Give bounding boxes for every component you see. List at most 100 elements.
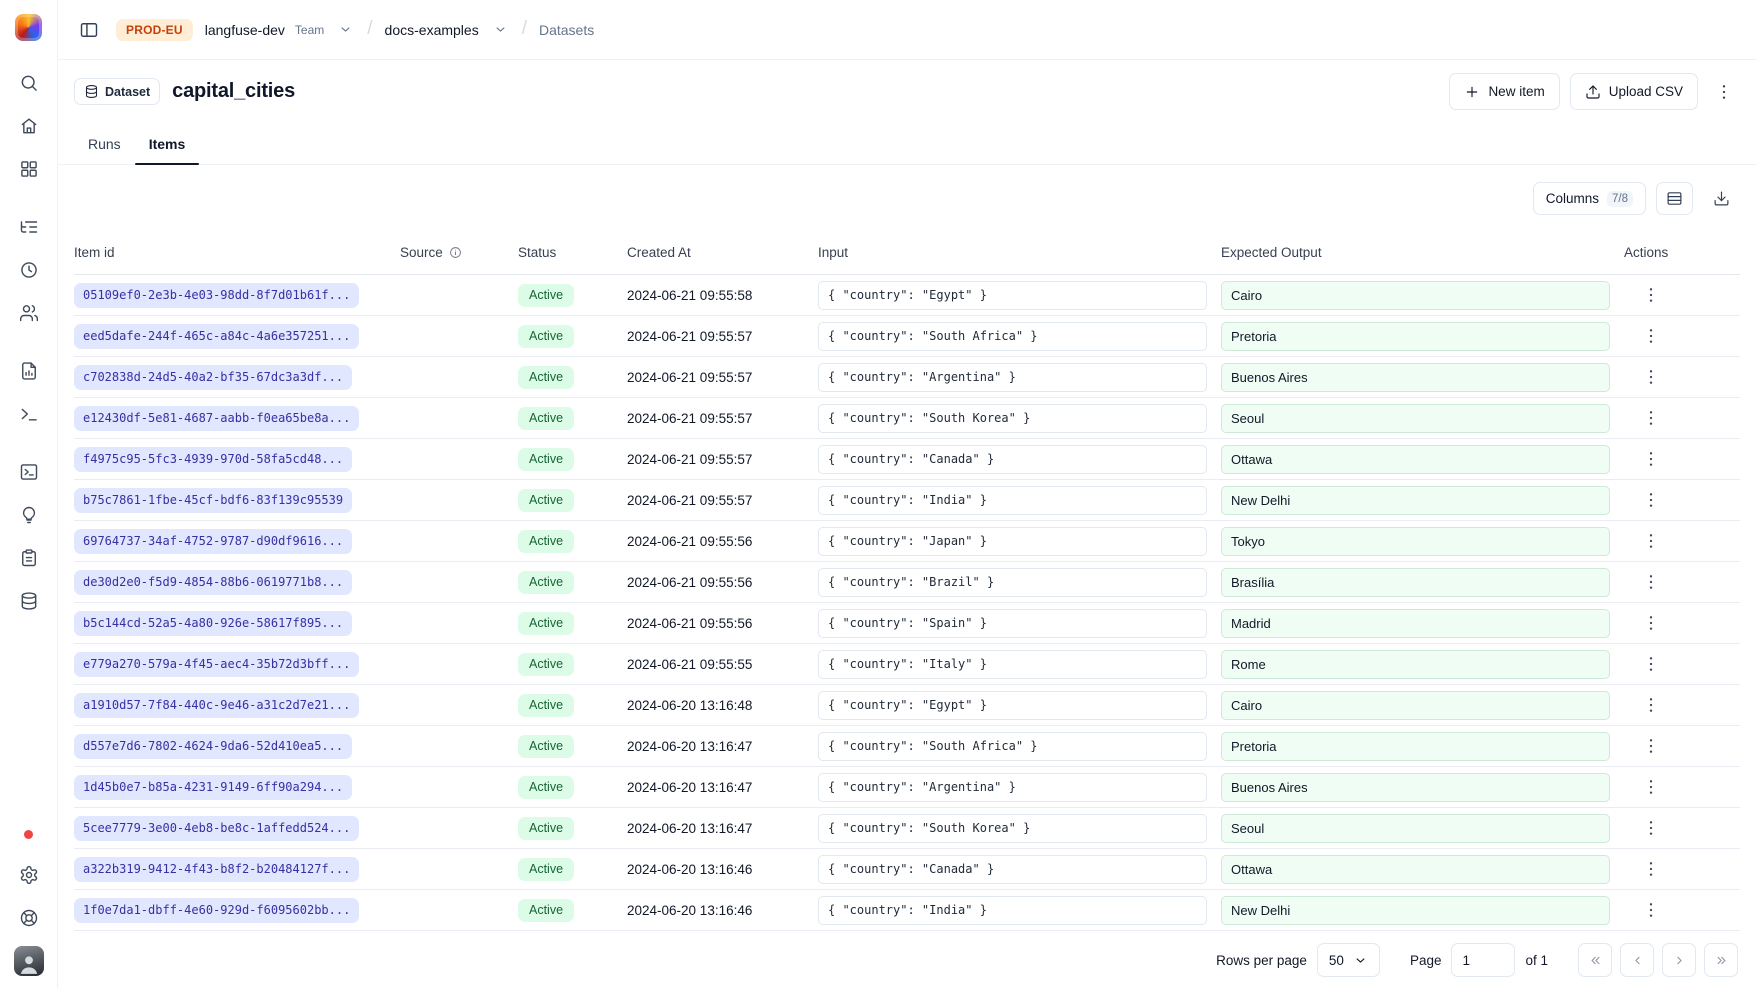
status-cell: Active	[518, 530, 627, 553]
page-group: Page of 1	[1410, 943, 1548, 977]
tab-items[interactable]: Items	[135, 123, 200, 164]
breadcrumb-section[interactable]: Datasets	[539, 22, 594, 38]
more-vertical-icon	[1641, 777, 1661, 797]
item-id-link[interactable]: b75c7861-1fbe-45cf-bdf6-83f139c95539	[74, 488, 352, 513]
chevrons-left-icon	[1588, 953, 1603, 968]
item-id-link[interactable]: 1f0e7da1-dbff-4e60-929d-f6095602bb...	[74, 898, 359, 923]
item-id-link[interactable]: eed5dafe-244f-465c-a84c-4a6e357251...	[74, 324, 359, 349]
first-page-button[interactable]	[1578, 943, 1612, 977]
header-actions: New item Upload CSV	[1449, 73, 1740, 110]
database-icon	[84, 84, 99, 99]
annotation-queues-icon[interactable]	[11, 543, 47, 573]
row-actions-button[interactable]	[1637, 650, 1665, 678]
created-at-cell: 2024-06-21 09:55:57	[627, 370, 818, 385]
more-vertical-icon	[1641, 531, 1661, 551]
row-actions-button[interactable]	[1637, 855, 1665, 883]
playground-icon[interactable]	[11, 457, 47, 487]
topbar: PROD-EU langfuse-dev Team / docs-example…	[58, 0, 1756, 60]
upload-csv-button[interactable]: Upload CSV	[1570, 73, 1698, 110]
breadcrumb-org[interactable]: langfuse-dev	[205, 22, 285, 38]
tab-runs[interactable]: Runs	[74, 123, 135, 164]
item-id-cell: c702838d-24d5-40a2-bf35-67dc3a3df...	[74, 365, 400, 390]
org-plan-badge: Team	[295, 23, 324, 37]
previous-page-button[interactable]	[1620, 943, 1654, 977]
last-page-button[interactable]	[1704, 943, 1738, 977]
row-actions-button[interactable]	[1637, 527, 1665, 555]
item-id-link[interactable]: e12430df-5e81-4687-aabb-f0ea65be8a...	[74, 406, 359, 431]
row-actions-button[interactable]	[1637, 896, 1665, 924]
org-switcher-chevron-icon[interactable]	[336, 20, 355, 39]
expected-output-value: Cairo	[1221, 691, 1610, 720]
item-id-link[interactable]: 05109ef0-2e3b-4e03-98dd-8f7d01b61f...	[74, 283, 359, 308]
item-id-link[interactable]: de30d2e0-f5d9-4854-88b6-0619771b8...	[74, 570, 352, 595]
scores-icon[interactable]	[11, 356, 47, 386]
actions-cell	[1624, 568, 1740, 596]
export-button[interactable]	[1703, 182, 1740, 215]
new-item-button[interactable]: New item	[1449, 73, 1559, 110]
more-vertical-icon	[1641, 490, 1661, 510]
row-actions-button[interactable]	[1637, 445, 1665, 473]
item-id-cell: a1910d57-7f84-440c-9e46-a31c2d7e21...	[74, 693, 400, 718]
datasets-icon[interactable]	[11, 586, 47, 616]
project-switcher-chevron-icon[interactable]	[491, 20, 510, 39]
item-id-link[interactable]: 1d45b0e7-b85a-4231-9149-6ff90a294...	[74, 775, 352, 800]
columns-count-badge: 7/8	[1607, 191, 1633, 207]
evaluations-icon[interactable]	[11, 500, 47, 530]
expected-output-cell: Ottawa	[1221, 445, 1624, 474]
item-id-link[interactable]: f4975c95-5fc3-4939-970d-58fa5cd48...	[74, 447, 352, 472]
item-id-link[interactable]: 5cee7779-3e00-4eb8-be8c-1affedd524...	[74, 816, 359, 841]
environment-badge[interactable]: PROD-EU	[116, 19, 193, 41]
item-id-link[interactable]: b5c144cd-52a5-4a80-926e-58617f895...	[74, 611, 352, 636]
dataset-more-actions-button[interactable]	[1708, 73, 1740, 110]
page-number-input[interactable]	[1451, 943, 1515, 977]
sessions-icon[interactable]	[11, 255, 47, 285]
item-id-cell: de30d2e0-f5d9-4854-88b6-0619771b8...	[74, 570, 400, 595]
item-id-link[interactable]: a322b319-9412-4f43-b8f2-b20484127f...	[74, 857, 359, 882]
item-id-link[interactable]: a1910d57-7f84-440c-9e46-a31c2d7e21...	[74, 693, 359, 718]
item-id-link[interactable]: 69764737-34af-4752-9787-d90df9616...	[74, 529, 352, 554]
tracing-icon[interactable]	[11, 212, 47, 242]
sidebar-toggle-icon[interactable]	[74, 15, 104, 45]
row-actions-button[interactable]	[1637, 773, 1665, 801]
rows-per-page-select[interactable]: 50	[1317, 943, 1380, 977]
row-actions-button[interactable]	[1637, 322, 1665, 350]
rows-per-page-label: Rows per page	[1216, 953, 1307, 968]
status-badge: Active	[518, 571, 574, 594]
prompts-icon[interactable]	[11, 399, 47, 429]
dashboards-icon[interactable]	[11, 154, 47, 184]
columns-button[interactable]: Columns 7/8	[1533, 182, 1646, 215]
row-actions-button[interactable]	[1637, 404, 1665, 432]
row-actions-button[interactable]	[1637, 609, 1665, 637]
expected-output-cell: Pretoria	[1221, 732, 1624, 761]
row-actions-button[interactable]	[1637, 691, 1665, 719]
table-row: d557e7d6-7802-4624-9da6-52d410ea5... Act…	[74, 726, 1740, 767]
item-id-cell: d557e7d6-7802-4624-9da6-52d410ea5...	[74, 734, 400, 759]
next-page-button[interactable]	[1662, 943, 1696, 977]
status-cell: Active	[518, 899, 627, 922]
row-actions-button[interactable]	[1637, 568, 1665, 596]
created-at-cell: 2024-06-21 09:55:56	[627, 534, 818, 549]
item-id-cell: 05109ef0-2e3b-4e03-98dd-8f7d01b61f...	[74, 283, 400, 308]
status-badge: Active	[518, 366, 574, 389]
langfuse-logo[interactable]	[15, 14, 42, 41]
row-actions-button[interactable]	[1637, 814, 1665, 842]
row-actions-button[interactable]	[1637, 486, 1665, 514]
input-cell: { "country": "India" }	[818, 896, 1221, 925]
row-height-button[interactable]	[1656, 182, 1693, 215]
settings-icon[interactable]	[11, 860, 47, 890]
item-id-cell: a322b319-9412-4f43-b8f2-b20484127f...	[74, 857, 400, 882]
input-value: { "country": "India" }	[818, 486, 1207, 515]
row-actions-button[interactable]	[1637, 281, 1665, 309]
users-icon[interactable]	[11, 298, 47, 328]
breadcrumb-project[interactable]: docs-examples	[385, 22, 479, 38]
search-icon[interactable]	[11, 68, 47, 98]
item-id-link[interactable]: d557e7d6-7802-4624-9da6-52d410ea5...	[74, 734, 352, 759]
row-actions-button[interactable]	[1637, 732, 1665, 760]
home-icon[interactable]	[11, 111, 47, 141]
support-icon[interactable]	[11, 903, 47, 933]
source-info-icon[interactable]	[449, 246, 462, 259]
item-id-link[interactable]: e779a270-579a-4f45-aec4-35b72d3bff...	[74, 652, 359, 677]
row-actions-button[interactable]	[1637, 363, 1665, 391]
item-id-link[interactable]: c702838d-24d5-40a2-bf35-67dc3a3df...	[74, 365, 352, 390]
user-avatar[interactable]	[14, 946, 44, 976]
